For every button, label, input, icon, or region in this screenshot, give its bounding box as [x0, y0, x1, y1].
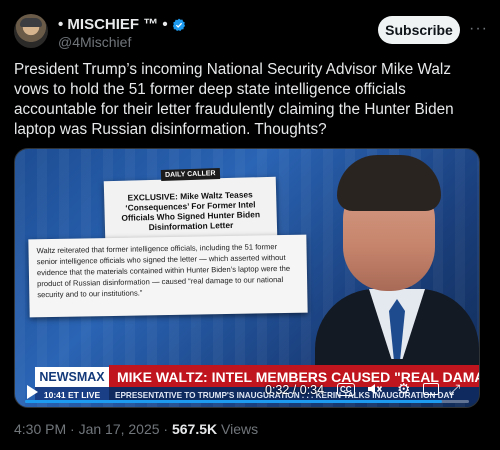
settings-gear-icon[interactable]: ⚙: [397, 380, 410, 398]
tweet-header: • MISCHIEF ™ • @4Mischief Subscribe ···: [14, 12, 490, 52]
avatar[interactable]: [14, 14, 48, 48]
quote-clipping: Waltz reiterated that former intelligenc…: [28, 234, 308, 318]
tweet-text: President Trump’s incoming National Secu…: [14, 61, 454, 138]
mute-icon[interactable]: [367, 381, 383, 400]
captions-icon[interactable]: CC: [337, 383, 355, 396]
video-player[interactable]: EXCLUSIVE: Mike Waltz Teases ‘Consequenc…: [14, 148, 480, 408]
video-progress-fill: [25, 400, 443, 403]
views-label: Views: [217, 421, 259, 437]
speaker-muted-icon: [368, 384, 383, 394]
article-title: EXCLUSIVE: Mike Waltz Teases ‘Consequenc…: [121, 189, 261, 233]
quote-text: Waltz reiterated that former intelligenc…: [36, 242, 291, 300]
video-progress-bar[interactable]: [25, 400, 469, 403]
play-icon[interactable]: [27, 385, 38, 399]
author-display-name[interactable]: • MISCHIEF ™ •: [58, 16, 168, 33]
daily-caller-logo: DAILY CALLER: [160, 167, 220, 182]
subscribe-button[interactable]: Subscribe: [378, 16, 460, 44]
speaker-figure: [315, 149, 479, 369]
timestamp[interactable]: 4:30 PM · Jan 17, 2025 ·: [14, 421, 172, 437]
hair: [337, 155, 441, 211]
video-time: 0:32 / 0:34: [265, 383, 325, 397]
more-options-icon[interactable]: ···: [469, 20, 488, 38]
verified-badge-icon: [172, 18, 185, 31]
tweet-metadata: 4:30 PM · Jan 17, 2025 · 567.5K Views: [14, 421, 258, 437]
author-name-line[interactable]: • MISCHIEF ™ •: [58, 16, 186, 33]
fullscreen-icon[interactable]: ⤢: [449, 381, 460, 398]
author-handle[interactable]: @4Mischief: [58, 34, 131, 50]
views-count: 567.5K: [171, 421, 218, 437]
picture-in-picture-icon[interactable]: [423, 383, 439, 395]
